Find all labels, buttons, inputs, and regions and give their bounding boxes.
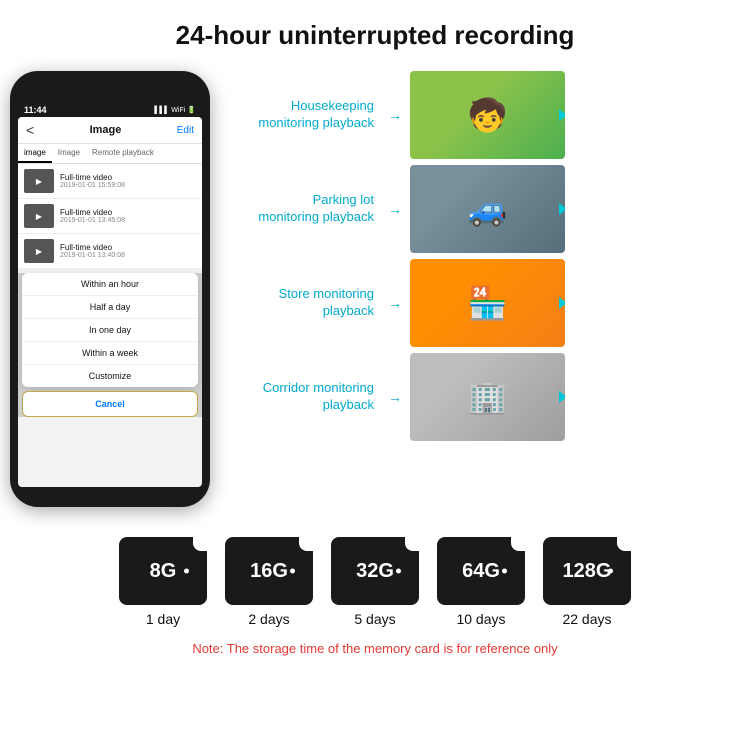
monitoring-photo-1: 🧒	[410, 71, 565, 159]
sd-card-dot-32g	[396, 569, 401, 574]
sd-card-item-16g: 16G 2 days	[225, 537, 313, 627]
sd-card-icon-128g: 128G	[543, 537, 631, 605]
arrow-icon-2: →	[388, 201, 402, 217]
cyan-triangle-3	[559, 297, 565, 309]
video-thumb-3	[24, 239, 54, 263]
sd-days-128g: 22 days	[562, 611, 611, 627]
monitoring-photo-2: 🚙	[410, 165, 565, 253]
dropdown-overlay: Within an hour Half a day In one day Wit…	[18, 273, 202, 417]
top-section: 11:44 ▌▌▌ WiFi 🔋 < Image Edit image	[10, 71, 740, 507]
phone-time: 11:44	[24, 105, 47, 115]
monitoring-label-1: Housekeepingmonitoring playback	[220, 98, 380, 132]
cyan-triangle-1	[559, 109, 565, 121]
arrow-icon-3: →	[388, 295, 402, 311]
arrow-icon-1: →	[388, 107, 402, 123]
video-info-2: Full-time video 2019-01-01 13:45:08	[60, 208, 196, 224]
monitoring-row-2: Parking lotmonitoring playback → 🚙	[220, 165, 740, 253]
child-emoji: 🧒	[468, 96, 508, 134]
screen-tabs: image Image Remote playback	[18, 144, 202, 164]
sd-card-item-128g: 128G 22 days	[543, 537, 631, 627]
bottom-section: 8G 1 day 16G 2 days 32G 5 days	[10, 537, 740, 656]
monitoring-row-1: Housekeepingmonitoring playback → 🧒	[220, 71, 740, 159]
sd-days-32g: 5 days	[354, 611, 395, 627]
edit-button[interactable]: Edit	[177, 125, 194, 136]
dropdown-cancel-button[interactable]: Cancel	[22, 391, 198, 417]
video-info-1: Full-time video 2019-01-01 15:59:08	[60, 173, 196, 189]
store-emoji: 🏪	[468, 284, 508, 322]
dropdown-menu: Within an hour Half a day In one day Wit…	[22, 273, 198, 387]
cyan-triangle-2	[559, 203, 565, 215]
sd-days-16g: 2 days	[248, 611, 289, 627]
tab-image2[interactable]: Image	[52, 144, 86, 163]
sd-card-size-128g: 128G	[563, 560, 612, 583]
monitoring-photo-4: 🏢	[410, 353, 565, 441]
sd-days-64g: 10 days	[456, 611, 505, 627]
dropdown-item-2[interactable]: Half a day	[22, 296, 198, 319]
dropdown-item-5[interactable]: Customize	[22, 365, 198, 387]
phone: 11:44 ▌▌▌ WiFi 🔋 < Image Edit image	[10, 71, 210, 507]
video-title-1: Full-time video	[60, 173, 196, 182]
video-list: Full-time video 2019-01-01 15:59:08 Full…	[18, 164, 202, 269]
parking-emoji: 🚙	[468, 190, 508, 228]
phone-container: 11:44 ▌▌▌ WiFi 🔋 < Image Edit image	[10, 71, 210, 507]
video-item-2[interactable]: Full-time video 2019-01-01 13:45:08	[18, 199, 202, 234]
sd-card-icon-32g: 32G	[331, 537, 419, 605]
video-thumb-1	[24, 169, 54, 193]
sd-days-8g: 1 day	[146, 611, 180, 627]
video-title-2: Full-time video	[60, 208, 196, 217]
sd-card-item-64g: 64G 10 days	[437, 537, 525, 627]
arrow-icon-4: →	[388, 389, 402, 405]
video-date-2: 2019-01-01 13:45:08	[60, 217, 196, 224]
dropdown-item-1[interactable]: Within an hour	[22, 273, 198, 296]
video-thumb-2	[24, 204, 54, 228]
page-wrapper: 24-hour uninterrupted recording 11:44 ▌▌…	[0, 0, 750, 671]
monitoring-label-4: Corridor monitoringplayback	[220, 380, 380, 414]
right-section: Housekeepingmonitoring playback → 🧒 Park…	[220, 71, 740, 441]
signal-icon: ▌▌▌	[154, 107, 169, 114]
sd-cards-row: 8G 1 day 16G 2 days 32G 5 days	[119, 537, 631, 627]
sd-card-size-32g: 32G	[356, 560, 394, 583]
screen-title: Image	[90, 124, 122, 136]
sd-card-dot-128g	[608, 569, 613, 574]
note-text: Note: The storage time of the memory car…	[192, 641, 557, 656]
battery-icon: 🔋	[187, 106, 196, 114]
monitoring-label-2: Parking lotmonitoring playback	[220, 192, 380, 226]
sd-card-item-8g: 8G 1 day	[119, 537, 207, 627]
video-date-1: 2019-01-01 15:59:08	[60, 182, 196, 189]
video-info-3: Full-time video 2019-01-01 13:40:08	[60, 243, 196, 259]
back-arrow-icon[interactable]: <	[26, 122, 34, 138]
phone-notch	[75, 83, 145, 101]
sd-card-icon-16g: 16G	[225, 537, 313, 605]
dropdown-item-3[interactable]: In one day	[22, 319, 198, 342]
monitoring-photo-3: 🏪	[410, 259, 565, 347]
monitoring-row-3: Store monitoringplayback → 🏪	[220, 259, 740, 347]
status-bar: 11:44 ▌▌▌ WiFi 🔋	[18, 105, 202, 115]
sd-card-icon-64g: 64G	[437, 537, 525, 605]
monitoring-label-3: Store monitoringplayback	[220, 286, 380, 320]
video-title-3: Full-time video	[60, 243, 196, 252]
phone-screen: < Image Edit image Image Remote playback	[18, 117, 202, 487]
main-title: 24-hour uninterrupted recording	[10, 20, 740, 51]
sd-card-dot-64g	[502, 569, 507, 574]
cyan-triangle-4	[559, 391, 565, 403]
sd-card-size-64g: 64G	[462, 560, 500, 583]
tab-remote-playback[interactable]: Remote playback	[86, 144, 160, 163]
dropdown-item-4[interactable]: Within a week	[22, 342, 198, 365]
video-item-3[interactable]: Full-time video 2019-01-01 13:40:08	[18, 234, 202, 269]
tab-image[interactable]: image	[18, 144, 52, 163]
corridor-emoji: 🏢	[468, 378, 508, 416]
sd-card-dot-8g	[184, 569, 189, 574]
sd-card-icon-8g: 8G	[119, 537, 207, 605]
phone-icons: ▌▌▌ WiFi 🔋	[154, 106, 196, 114]
sd-card-size-16g: 16G	[250, 560, 288, 583]
sd-card-dot-16g	[290, 569, 295, 574]
video-item-1[interactable]: Full-time video 2019-01-01 15:59:08	[18, 164, 202, 199]
wifi-icon: WiFi	[171, 107, 185, 114]
screen-header: < Image Edit	[18, 117, 202, 144]
sd-card-size-8g: 8G	[150, 560, 177, 583]
monitoring-row-4: Corridor monitoringplayback → 🏢	[220, 353, 740, 441]
sd-card-item-32g: 32G 5 days	[331, 537, 419, 627]
video-date-3: 2019-01-01 13:40:08	[60, 252, 196, 259]
